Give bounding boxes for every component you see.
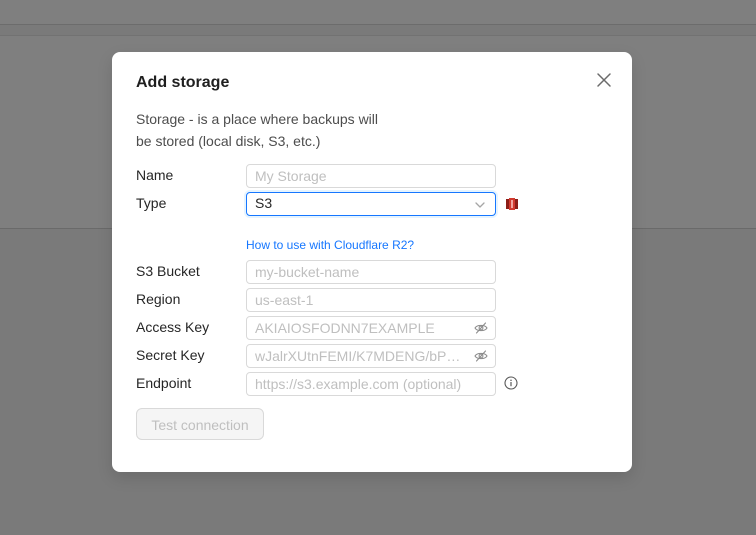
eye-invisible-icon[interactable] [474,349,488,363]
test-connection-button[interactable]: Test connection [136,408,264,440]
region-label: Region [136,291,181,307]
s3-bucket-input[interactable] [246,260,496,284]
name-label: Name [136,167,174,183]
type-select[interactable]: S3 [246,192,496,216]
add-storage-dialog: Add storage Storage - is a place where b… [112,52,632,472]
eye-invisible-icon[interactable] [474,321,488,335]
type-label: Type [136,195,167,211]
name-input[interactable] [246,164,496,188]
chevron-down-icon [475,202,485,208]
cloudflare-r2-help-link[interactable]: How to use with Cloudflare R2? [246,238,414,252]
endpoint-label: Endpoint [136,375,192,391]
close-button[interactable] [594,70,614,90]
region-input[interactable] [246,288,496,312]
access-key-field [246,316,496,340]
s3-icon [506,198,518,210]
close-icon [597,73,611,87]
s3-bucket-label: S3 Bucket [136,263,200,279]
endpoint-input[interactable] [246,372,496,396]
secret-key-label: Secret Key [136,347,205,363]
secret-key-field [246,344,496,368]
dialog-title: Add storage [136,74,230,91]
type-select-value: S3 [255,195,273,211]
info-icon[interactable] [504,376,518,390]
dialog-description: Storage - is a place where backups will … [136,111,379,149]
background-topbar [0,0,756,25]
secret-key-input[interactable] [247,345,471,367]
access-key-label: Access Key [136,319,210,335]
access-key-input[interactable] [247,317,471,339]
